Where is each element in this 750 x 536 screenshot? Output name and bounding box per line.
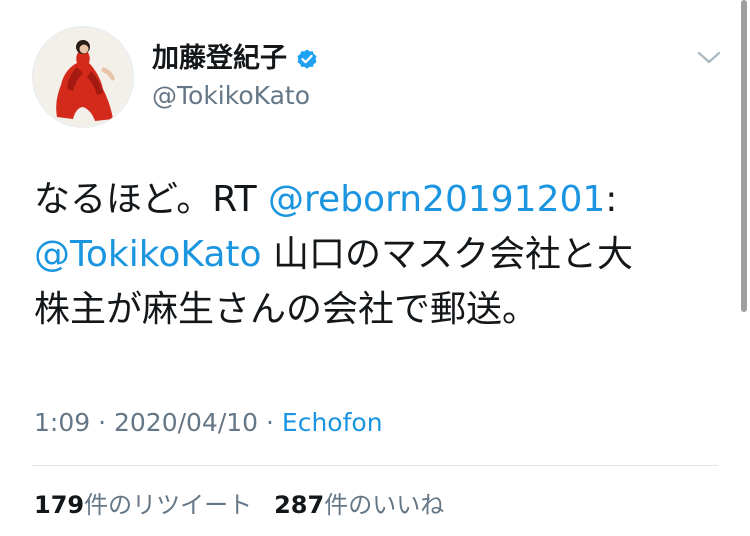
retweets-label: 件のリツイート [84, 491, 253, 519]
retweets-count: 179 [34, 491, 85, 519]
display-name[interactable]: 加藤登紀子 [152, 40, 287, 78]
tweet-text-body-2: 株主が麻生さんの会社で郵送。 [34, 289, 539, 330]
retweets-stat[interactable]: 179件のリツイート [34, 488, 252, 522]
author-avatar[interactable] [32, 26, 134, 128]
profile-photo-icon [33, 27, 133, 127]
scrollbar[interactable] [741, 0, 747, 312]
tweet-text-line-3: 株主が麻生さんの会社で郵送。 [34, 282, 714, 337]
tweet-text-prefix: なるほど。RT [34, 179, 269, 220]
tweet-text-body-1: 山口のマスク会社と大 [261, 234, 633, 275]
tweet-time[interactable]: 1:09 [34, 408, 90, 437]
chevron-down-icon [697, 51, 721, 64]
tweet-options-button[interactable] [692, 44, 726, 72]
tweet-source-link[interactable]: Echofon [282, 408, 383, 437]
tweet-text-line-1: なるほど。RT @reborn20191201: [34, 172, 714, 227]
mention-link-reborn[interactable]: @reborn20191201 [268, 179, 605, 220]
author-handle[interactable]: @TokikoKato [152, 80, 310, 112]
meta-separator: · [90, 408, 114, 437]
tweet-text-line-2: @TokikoKato 山口のマスク会社と大 [34, 227, 714, 282]
likes-stat[interactable]: 287件のいいね [274, 488, 444, 522]
tweet-text-colon: : [605, 179, 618, 220]
likes-count: 287 [274, 491, 325, 519]
likes-label: 件のいいね [324, 491, 445, 519]
verified-badge-icon [297, 49, 317, 69]
tweet-metadata: 1:09 · 2020/04/10 · Echofon [34, 406, 383, 440]
mention-link-tokikokato[interactable]: @TokikoKato [34, 234, 262, 275]
display-name-row: 加藤登紀子 [152, 40, 319, 78]
tweet-card: 加藤登紀子 @TokikoKato なるほど。RT @reborn2019120… [0, 0, 750, 536]
stats-divider [32, 465, 718, 466]
engagement-stats: 179件のリツイート 287件のいいね [34, 488, 444, 522]
tweet-text: なるほど。RT @reborn20191201: @TokikoKato 山口の… [34, 172, 714, 337]
meta-separator: · [258, 408, 282, 437]
tweet-date[interactable]: 2020/04/10 [114, 408, 258, 437]
